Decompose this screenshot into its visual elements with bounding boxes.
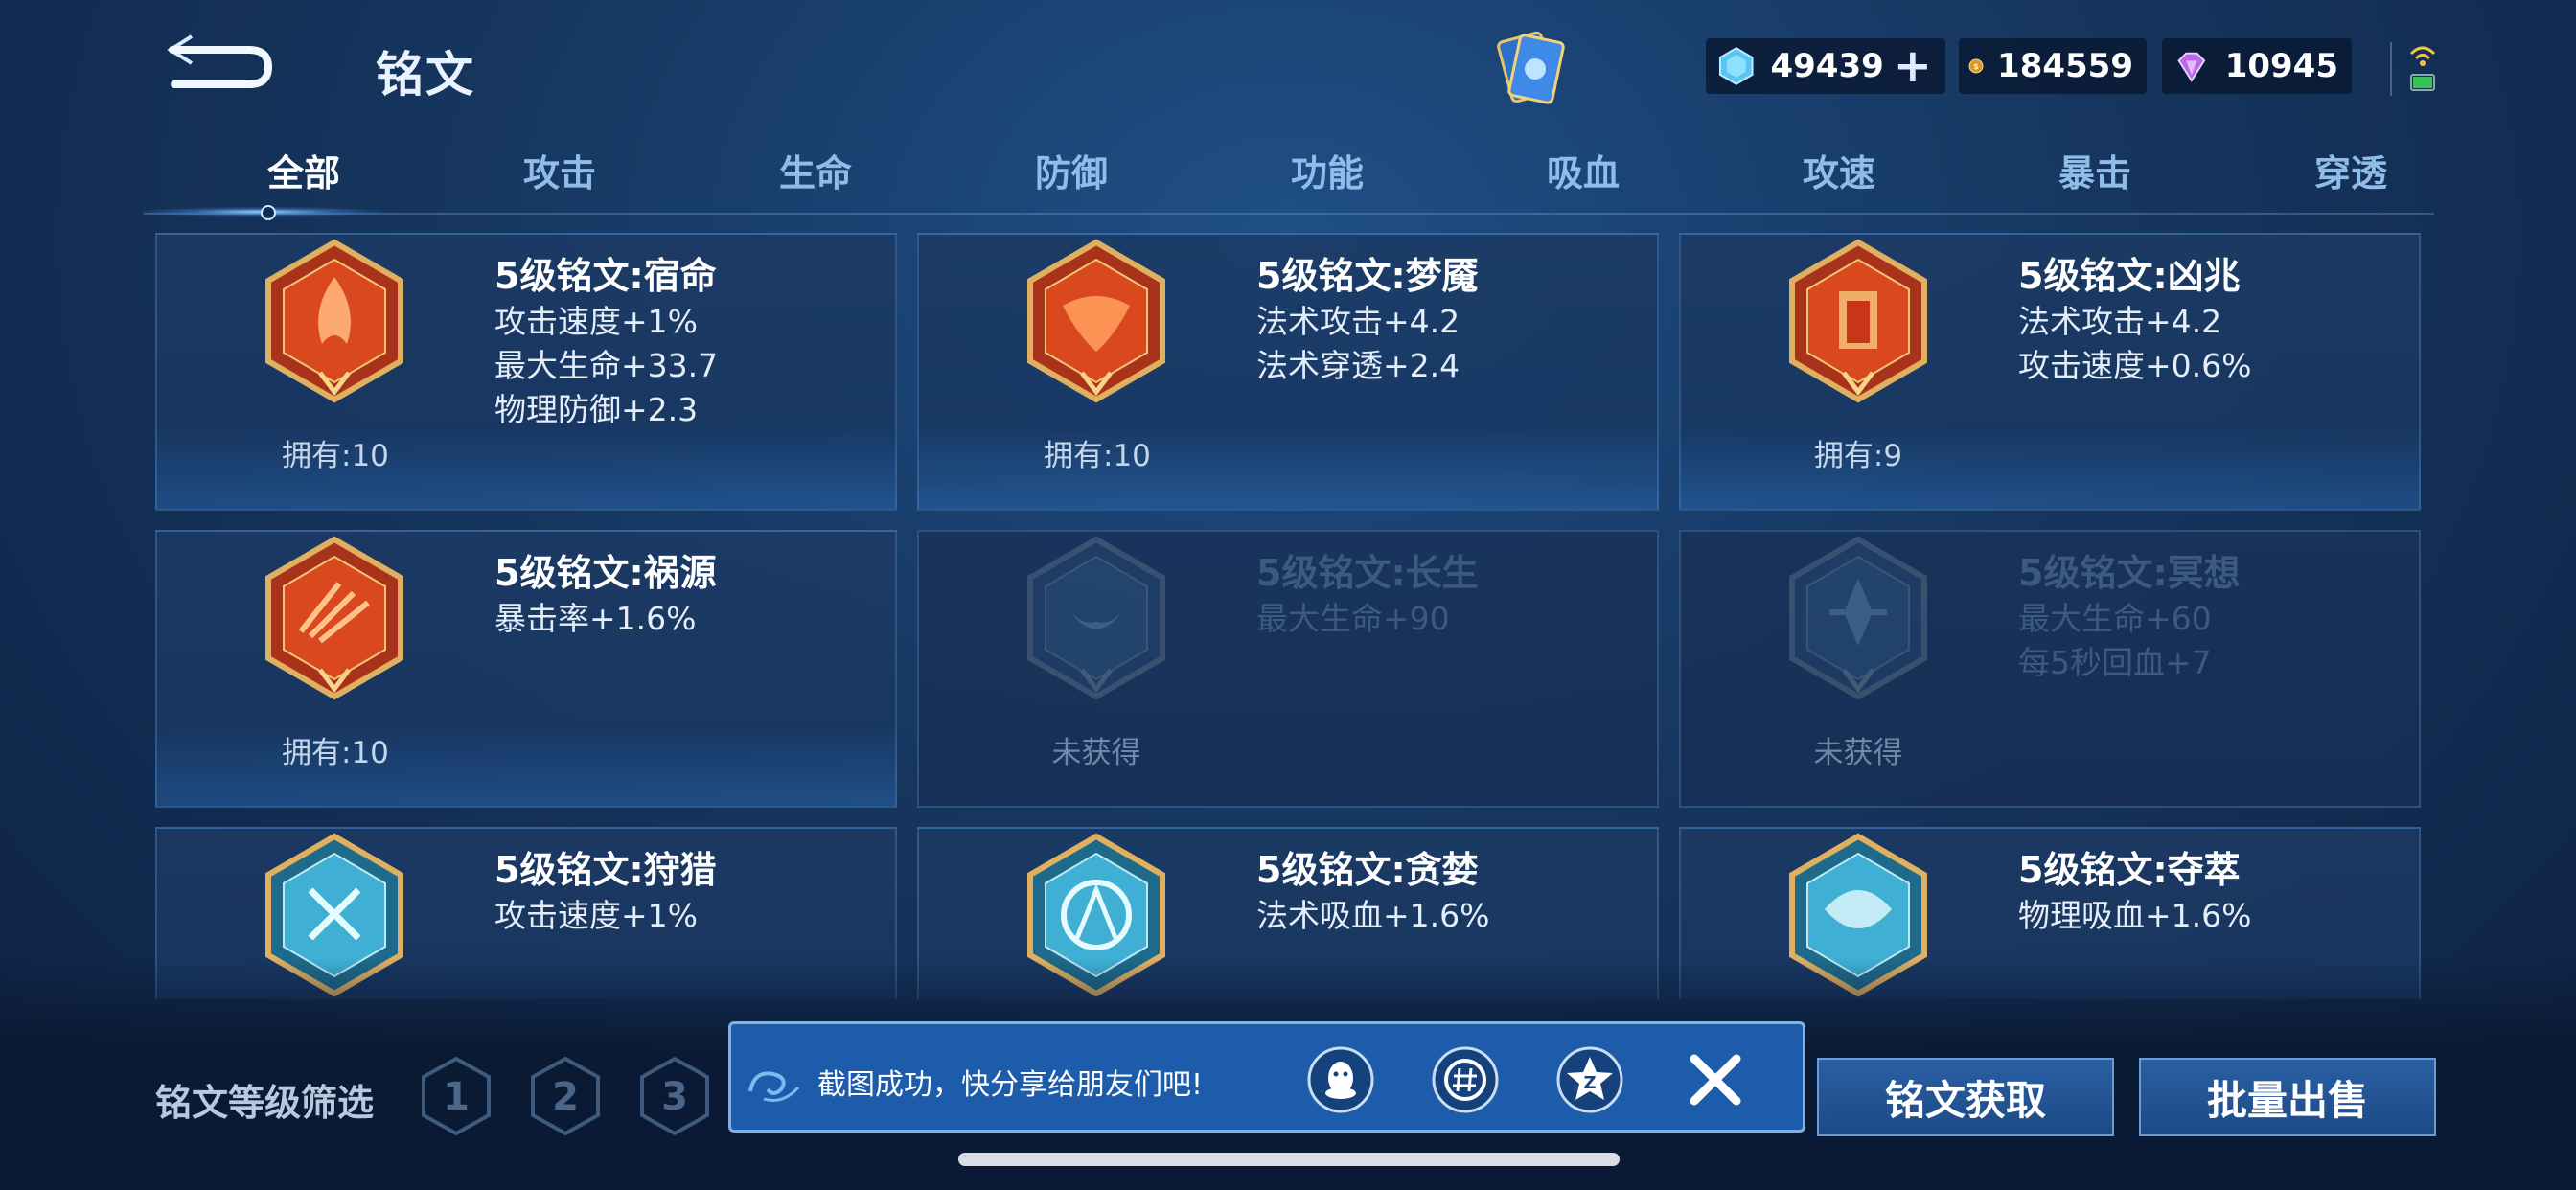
inscription-name: 5级铭文:梦魇 xyxy=(1256,255,1479,297)
tab-critical[interactable]: 暴击 xyxy=(1990,144,2200,196)
back-button[interactable] xyxy=(163,29,278,96)
divider xyxy=(2390,42,2392,96)
tab-attack[interactable]: 攻击 xyxy=(454,144,665,196)
inscription-stats: 最大生命+60 每5秒回血+7 xyxy=(2018,600,2212,681)
owned-count: 拥有:10 xyxy=(282,736,389,770)
inscription-card[interactable]: 5级铭文:祸源 暴击率+1.6% 拥有:10 xyxy=(155,530,897,808)
owned-count: 拥有:10 xyxy=(1044,439,1151,473)
inscription-name: 5级铭文:祸源 xyxy=(494,552,717,594)
level-filter-1[interactable]: 1 xyxy=(420,1056,493,1136)
red-inscription-icon xyxy=(265,536,403,700)
inscription-card[interactable]: 5级铭文:宿命 攻击速度+1% 最大生命+33.7 物理防御+2.3 拥有:10 xyxy=(155,233,897,511)
gold-coin-icon: $ xyxy=(1968,58,1984,74)
inscription-name: 5级铭文:长生 xyxy=(1256,552,1479,594)
inscription-stats: 最大生命+90 xyxy=(1256,600,1450,637)
owned-count: 拥有:9 xyxy=(1813,439,1903,473)
category-tabs: 全部 攻击 生命 防御 功能 吸血 攻速 暴击 穿透 xyxy=(144,144,2434,211)
svg-text:2: 2 xyxy=(552,1075,579,1119)
tab-defense[interactable]: 防御 xyxy=(966,144,1177,196)
tab-penetration[interactable]: 穿透 xyxy=(2245,144,2456,196)
svg-text:Z: Z xyxy=(1583,1073,1596,1093)
page-title: 铭文 xyxy=(376,47,475,103)
not-obtained-label: 未获得 xyxy=(1813,736,1903,770)
svg-text:3: 3 xyxy=(661,1075,688,1119)
owned-count: 拥有:10 xyxy=(282,439,389,473)
cloud-swirl-icon xyxy=(748,1071,800,1102)
blue-inscription-icon xyxy=(1789,536,1927,700)
close-icon[interactable] xyxy=(1685,1049,1746,1110)
network-status-icon xyxy=(2405,40,2440,98)
svg-text:$: $ xyxy=(1973,62,1979,71)
gold-currency: $ 184559 xyxy=(1959,38,2147,94)
inscription-card[interactable]: 5级铭文:梦魇 法术攻击+4.2 法术穿透+2.4 拥有:10 xyxy=(917,233,1659,511)
tab-utility[interactable]: 功能 xyxy=(1222,144,1433,196)
red-inscription-icon xyxy=(1027,239,1165,403)
svg-text:1: 1 xyxy=(443,1075,470,1119)
tab-divider xyxy=(144,213,2434,215)
purple-crystal-icon xyxy=(2177,52,2206,82)
tab-all[interactable]: 全部 xyxy=(198,144,409,196)
gold-amount: 184559 xyxy=(1997,47,2133,85)
wechat-moments-icon[interactable] xyxy=(1431,1045,1500,1114)
level-filter-2[interactable]: 2 xyxy=(529,1056,602,1136)
qzone-icon[interactable]: Z xyxy=(1555,1045,1624,1114)
inscription-stats: 法术攻击+4.2 法术穿透+2.4 xyxy=(1256,303,1460,384)
not-obtained-label: 未获得 xyxy=(1051,736,1141,770)
home-indicator[interactable] xyxy=(958,1153,1620,1166)
get-inscription-button[interactable]: 铭文获取 xyxy=(1817,1058,2114,1136)
inscription-stats: 暴击率+1.6% xyxy=(494,600,697,637)
bulk-sell-button[interactable]: 批量出售 xyxy=(2139,1058,2436,1136)
inscription-card-locked[interactable]: 5级铭文:长生 最大生命+90 未获得 xyxy=(917,530,1659,808)
tab-lifesteal[interactable]: 吸血 xyxy=(1478,144,1689,196)
diamond-icon xyxy=(1718,47,1754,85)
inscription-card-locked[interactable]: 5级铭文:冥想 最大生命+60 每5秒回血+7 未获得 xyxy=(1679,530,2421,808)
inscription-name: 5级铭文:凶兆 xyxy=(2018,255,2241,297)
level-filter-label: 铭文等级筛选 xyxy=(155,1082,375,1124)
screenshot-share-toast: 截图成功，快分享给朋友们吧! Z xyxy=(728,1021,1806,1133)
blue-inscription-icon xyxy=(1027,536,1165,700)
diamond-amount: 49439 xyxy=(1770,47,1884,85)
diamond-currency: 49439 + xyxy=(1706,38,1945,94)
active-tab-dot xyxy=(261,205,276,220)
tab-health[interactable]: 生命 xyxy=(710,144,921,196)
red-inscription-icon xyxy=(265,239,403,403)
inscription-name: 5级铭文:夺萃 xyxy=(2018,849,2241,891)
inscription-stats: 法术攻击+4.2 攻击速度+0.6% xyxy=(2018,303,2252,384)
inscription-stats: 物理吸血+1.6% xyxy=(2018,897,2252,934)
back-arrow-icon xyxy=(167,34,273,88)
qq-icon[interactable] xyxy=(1306,1045,1375,1114)
toast-message: 截图成功，快分享给朋友们吧! xyxy=(817,1068,1204,1102)
add-diamond-button[interactable]: + xyxy=(1894,43,1932,89)
crystal-currency: 10945 xyxy=(2162,38,2352,94)
inscription-name: 5级铭文:狩猎 xyxy=(494,849,717,891)
inscription-name: 5级铭文:贪婪 xyxy=(1256,849,1479,891)
inscription-card[interactable]: 5级铭文:凶兆 法术攻击+4.2 攻击速度+0.6% 拥有:9 xyxy=(1679,233,2421,511)
level-filter-3[interactable]: 3 xyxy=(638,1056,711,1136)
crystal-amount: 10945 xyxy=(2224,47,2338,85)
inscription-name: 5级铭文:宿命 xyxy=(494,255,717,297)
inscription-name: 5级铭文:冥想 xyxy=(2018,552,2241,594)
inscription-stats: 法术吸血+1.6% xyxy=(1256,897,1490,934)
tab-attack-speed[interactable]: 攻速 xyxy=(1734,144,1944,196)
inscription-stats: 攻击速度+1% xyxy=(494,897,699,934)
inscription-stats: 攻击速度+1% 最大生命+33.7 物理防御+2.3 xyxy=(494,303,719,428)
inscription-grid: 5级铭文:宿命 攻击速度+1% 最大生命+33.7 物理防御+2.3 拥有:10… xyxy=(155,233,2421,999)
red-inscription-icon xyxy=(1789,239,1927,403)
card-pack-icon[interactable] xyxy=(1484,27,1576,115)
